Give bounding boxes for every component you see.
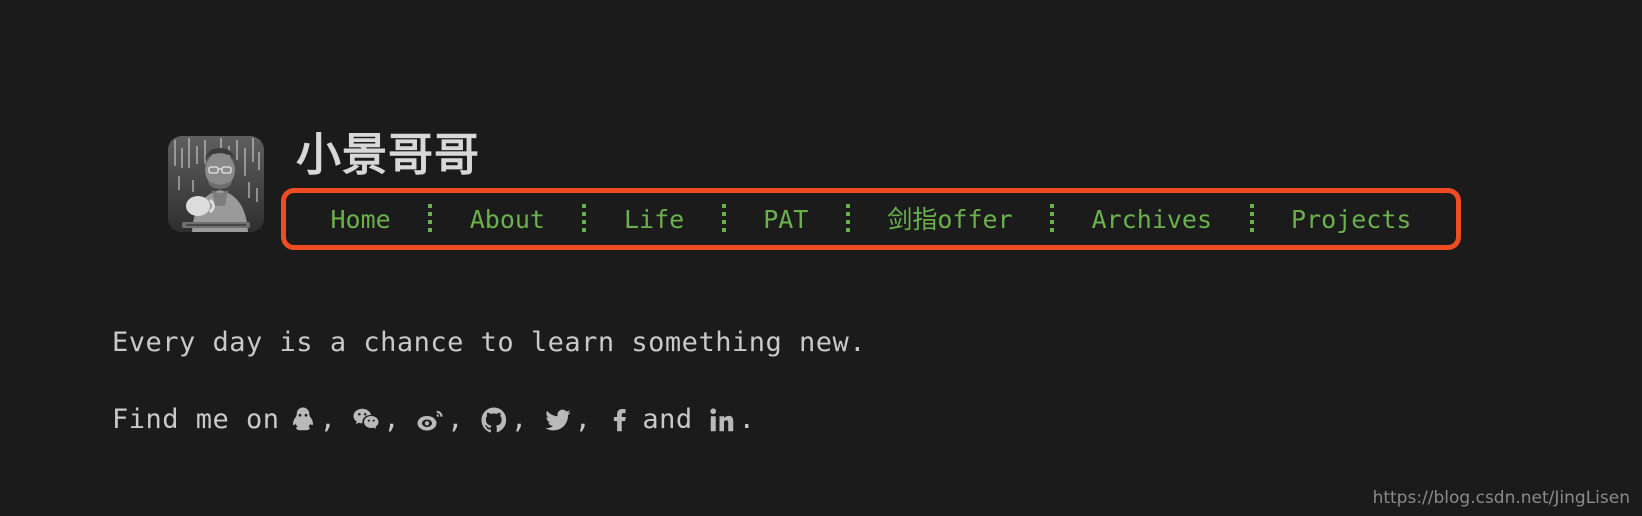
weibo-icon[interactable] bbox=[415, 405, 445, 435]
find-me-conjunction: and bbox=[642, 404, 693, 435]
find-me-separator: , bbox=[510, 404, 528, 435]
avatar bbox=[168, 136, 264, 232]
wechat-icon[interactable] bbox=[351, 405, 381, 435]
tagline-text: Every day is a chance to learn something… bbox=[112, 327, 866, 358]
navigation-highlight-annotation bbox=[281, 188, 1461, 250]
find-me-line: Find me on , , , , , and . bbox=[112, 404, 755, 435]
find-me-separator: , bbox=[447, 404, 464, 435]
watermark: https://blog.csdn.net/JingLisen bbox=[1372, 488, 1630, 508]
qq-icon[interactable] bbox=[288, 405, 318, 435]
find-me-separator: , bbox=[574, 404, 592, 435]
find-me-separator: , bbox=[383, 404, 401, 435]
find-me-separator: , bbox=[319, 404, 337, 435]
page-title: 小景哥哥 bbox=[296, 128, 481, 181]
site-header: 小景哥哥 Home About Life PAT 剑指offer Archive… bbox=[0, 0, 1642, 280]
linkedin-icon[interactable] bbox=[707, 405, 737, 435]
twitter-icon[interactable] bbox=[543, 405, 573, 435]
facebook-icon[interactable] bbox=[606, 405, 636, 435]
find-me-suffix: . bbox=[738, 404, 756, 435]
github-icon[interactable] bbox=[479, 405, 509, 435]
find-me-prefix: Find me on bbox=[112, 404, 280, 435]
